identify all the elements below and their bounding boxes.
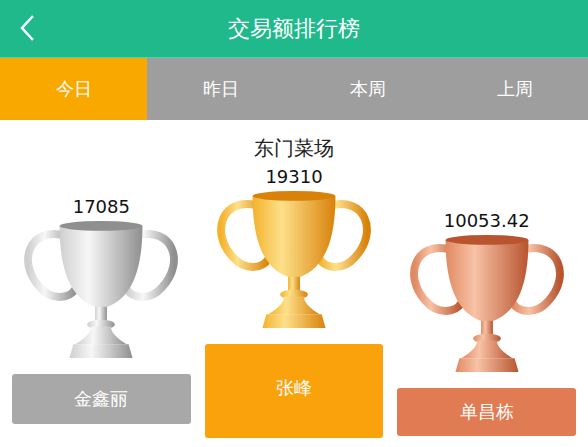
podium-place: 10053.42 单昌栋 [397,162,576,436]
name-plate: 金鑫丽 [12,374,191,424]
amount: 17085 [73,196,130,218]
bronze-trophy-icon [398,232,576,380]
header: 交易额排行榜 [0,0,588,58]
podium: 17085 金鑫丽 19310 张峰 10053.42 单昌栋 [0,162,588,438]
name-plate: 张峰 [205,344,384,438]
market-name: 东门菜场 [0,134,588,162]
header-title: 交易额排行榜 [228,14,360,44]
amount: 19310 [265,166,322,188]
amount: 10053.42 [444,210,530,232]
content: 东门菜场 17085 金鑫丽 19310 张峰 10053.42 单昌栋 [0,120,588,438]
tab[interactable]: 今日 [0,58,147,120]
tab[interactable]: 昨日 [147,58,294,120]
tab[interactable]: 本周 [294,58,441,120]
ranking-page: 交易额排行榜今日昨日本周上周东门菜场17085金鑫丽19310张峰10053.4… [0,0,588,447]
tab[interactable]: 上周 [441,58,588,120]
tab-bar: 今日昨日本周上周 [0,58,588,120]
podium-place: 17085 金鑫丽 [12,162,191,424]
podium-place: 19310 张峰 [205,162,384,438]
name-plate: 单昌栋 [397,388,576,436]
back-arrow-icon[interactable] [18,13,38,43]
silver-trophy-icon [12,218,190,366]
gold-trophy-icon [205,188,383,336]
